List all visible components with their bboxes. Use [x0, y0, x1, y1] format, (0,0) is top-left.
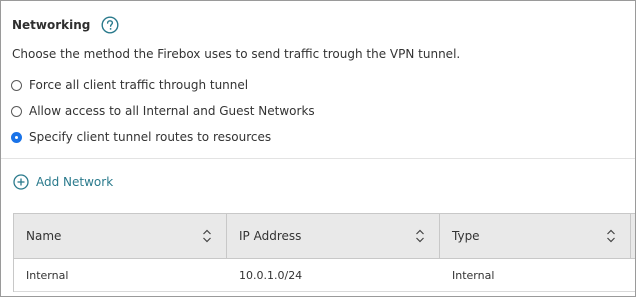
networks-table: Name IP Address Type Internal 10.0.1.0/2… — [13, 213, 635, 292]
radio-force-all-traffic[interactable]: Force all client traffic through tunnel — [11, 78, 248, 92]
sort-updown-icon[interactable] — [415, 229, 425, 243]
column-header-type[interactable]: Type — [440, 214, 631, 258]
plus-circle-icon — [13, 174, 29, 190]
section-divider — [1, 158, 635, 159]
table-header: Name IP Address Type — [14, 214, 635, 259]
column-header-label: Name — [26, 229, 62, 243]
column-header-label: IP Address — [239, 229, 302, 243]
column-header-overflow — [631, 214, 635, 258]
column-header-label: Type — [452, 229, 480, 243]
column-header-ip-address[interactable]: IP Address — [227, 214, 440, 258]
section-title: Networking — [12, 18, 91, 32]
radio-label: Specify client tunnel routes to resource… — [29, 130, 272, 144]
sort-updown-icon[interactable] — [606, 229, 616, 243]
networking-panel: Networking Choose the method the Firebox… — [0, 0, 636, 297]
cell-overflow — [631, 259, 635, 291]
column-header-name[interactable]: Name — [14, 214, 227, 258]
cell-ip-address: 10.0.1.0/24 — [239, 268, 303, 282]
add-network-button[interactable]: Add Network — [13, 174, 113, 190]
question-circle-icon[interactable] — [101, 16, 119, 34]
radio-button[interactable] — [11, 105, 22, 117]
cell-type: Internal — [452, 268, 495, 282]
radio-button-selected[interactable] — [11, 131, 22, 143]
add-network-label: Add Network — [36, 175, 114, 189]
radio-allow-internal-guest[interactable]: Allow access to all Internal and Guest N… — [11, 104, 315, 118]
section-description: Choose the method the Firebox uses to se… — [12, 47, 461, 61]
radio-label: Force all client traffic through tunnel — [29, 78, 249, 92]
sort-updown-icon[interactable] — [202, 229, 212, 243]
radio-specify-routes[interactable]: Specify client tunnel routes to resource… — [11, 130, 271, 144]
radio-button[interactable] — [11, 79, 22, 91]
radio-label: Allow access to all Internal and Guest N… — [29, 104, 315, 118]
cell-name: Internal — [26, 268, 69, 282]
table-row[interactable]: Internal 10.0.1.0/24 Internal — [14, 259, 635, 292]
section-header: Networking — [12, 16, 119, 34]
